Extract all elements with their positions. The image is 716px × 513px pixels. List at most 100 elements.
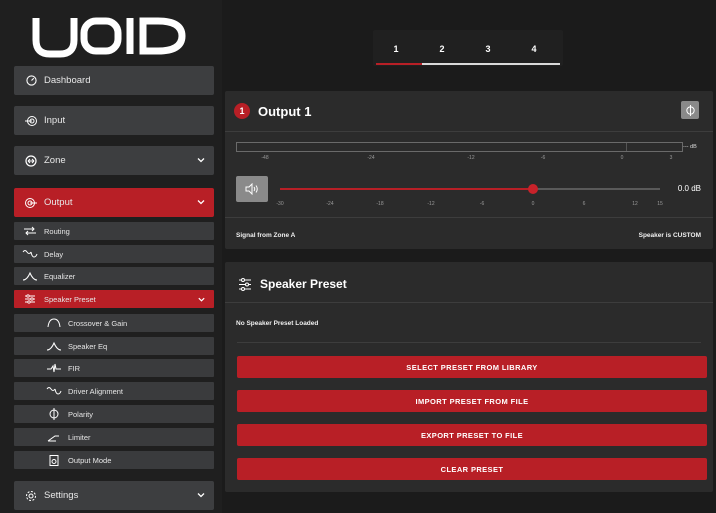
tab-4[interactable]: 4 (511, 44, 557, 54)
gain-tick: -18 (376, 201, 384, 207)
sidebar-item-speaker-preset[interactable]: Speaker Preset (14, 290, 214, 308)
sidebar-item-label: Crossover & Gain (68, 318, 128, 328)
sidebar-item-label: Routing (44, 226, 70, 236)
sidebar-item-zone[interactable]: Zone (14, 146, 214, 175)
tab-selected-indicator (376, 63, 422, 65)
gain-tick: -6 (479, 201, 485, 207)
sidebar: Dashboard Input Zone Output Routing Dela… (0, 0, 222, 513)
divider (237, 342, 701, 343)
meter-tick: -24 (367, 155, 375, 161)
gain-tick: -24 (326, 201, 334, 207)
clear-preset-button[interactable]: CLEAR PRESET (237, 458, 707, 480)
phase-button[interactable] (681, 101, 699, 119)
settings-icon (24, 489, 38, 503)
gain-slider-handle[interactable] (528, 184, 539, 194)
output-mode-icon (46, 454, 62, 466)
meter-tick: -6 (540, 155, 546, 161)
dashboard-icon (24, 74, 38, 88)
sidebar-item-label: Input (44, 115, 66, 126)
select-preset-button[interactable]: SELECT PRESET FROM LIBRARY (237, 356, 707, 378)
sidebar-item-label: Equalizer (44, 271, 76, 281)
gain-tick: 12 (632, 201, 638, 207)
sidebar-item-label: Dashboard (44, 75, 91, 86)
import-preset-button[interactable]: IMPORT PRESET FROM FILE (237, 390, 707, 412)
sidebar-item-polarity[interactable]: Polarity (14, 405, 214, 423)
sidebar-item-dashboard[interactable]: Dashboard (14, 66, 214, 95)
sidebar-item-label: Settings (44, 490, 79, 501)
mute-button[interactable] (236, 176, 268, 202)
sidebar-item-settings[interactable]: Settings (14, 481, 214, 510)
tab-2[interactable]: 2 (419, 44, 465, 54)
gain-tick: 15 (657, 201, 663, 207)
sidebar-item-output[interactable]: Output (14, 188, 214, 217)
chevron-down-icon (197, 158, 205, 163)
sidebar-item-delay[interactable]: Delay (14, 245, 214, 263)
sidebar-item-label: Delay (44, 249, 64, 259)
sidebar-item-limiter[interactable]: Limiter (14, 428, 214, 446)
crossover-icon (46, 318, 62, 328)
signal-source: Signal from Zone A (236, 232, 296, 239)
output-panel: 1 Output 1 --- dB -48 -24 -12 -6 0 3 0.0… (225, 91, 713, 249)
meter-tick: -12 (467, 155, 475, 161)
sidebar-item-equalizer[interactable]: Equalizer (14, 267, 214, 285)
gain-slider[interactable] (280, 184, 660, 194)
sidebar-item-output-mode[interactable]: Output Mode (14, 451, 214, 469)
preset-status: No Speaker Preset Loaded (236, 320, 319, 327)
sidebar-item-crossover-gain[interactable]: Crossover & Gain (14, 314, 214, 332)
output-number-badge: 1 (234, 103, 250, 119)
gain-tick: 0 (531, 201, 535, 207)
meter-tick: -48 (261, 155, 269, 161)
speaker-preset-icon (22, 294, 38, 304)
tab-1[interactable]: 1 (373, 44, 419, 54)
limiter-icon (46, 432, 62, 442)
sidebar-item-driver-alignment[interactable]: Driver Alignment (14, 382, 214, 400)
sidebar-item-input[interactable]: Input (14, 106, 214, 135)
output-header: 1 Output 1 (234, 100, 311, 122)
equalizer-icon (22, 271, 38, 281)
sidebar-item-label: Polarity (68, 409, 94, 419)
sidebar-item-label: Limiter (68, 432, 91, 442)
divider (225, 131, 713, 132)
sidebar-item-label: Speaker Preset (44, 294, 96, 304)
divider (225, 217, 713, 218)
sidebar-item-label: Driver Alignment (68, 386, 124, 396)
sidebar-item-label: Speaker Eq (68, 341, 108, 351)
tab-underline (422, 63, 560, 65)
output-title: Output 1 (258, 103, 312, 119)
preset-title: Speaker Preset (260, 277, 347, 291)
speaker-status: Speaker is CUSTOM (638, 232, 701, 239)
chevron-down-icon (198, 297, 205, 302)
void-logo (32, 17, 186, 58)
routing-icon (22, 226, 38, 236)
meter-tick: 0 (620, 155, 624, 161)
sidebar-item-label: Zone (44, 155, 66, 166)
gain-tick: -12 (427, 201, 435, 207)
gain-slider-fill (280, 188, 534, 190)
driver-alignment-icon (46, 386, 62, 396)
meter-unit: --- dB (683, 144, 697, 150)
meter-tick: 3 (669, 155, 673, 161)
polarity-icon (46, 408, 62, 420)
gain-tick: -30 (276, 201, 284, 207)
fir-icon (46, 363, 62, 373)
sidebar-item-label: Output Mode (68, 455, 112, 465)
output-icon (24, 196, 38, 210)
level-meter (236, 142, 683, 152)
phase-icon (685, 104, 695, 116)
sidebar-item-label: Output (44, 197, 73, 208)
gain-value: 0.0 dB (677, 184, 701, 193)
gain-tick: 6 (582, 201, 586, 207)
sidebar-item-routing[interactable]: Routing (14, 222, 214, 240)
chevron-down-icon (197, 200, 205, 205)
tab-3[interactable]: 3 (465, 44, 511, 54)
divider (225, 302, 713, 303)
delay-icon (22, 249, 38, 259)
speaker-preset-panel: Speaker Preset No Speaker Preset Loaded … (225, 262, 713, 492)
sidebar-item-fir[interactable]: FIR (14, 359, 214, 377)
sidebar-item-label: FIR (68, 363, 81, 373)
output-tabs: 1 2 3 4 (373, 30, 563, 66)
main-content: 1 2 3 4 1 Output 1 --- dB -48 -24 -12 -6… (222, 0, 716, 513)
export-preset-button[interactable]: EXPORT PRESET TO FILE (237, 424, 707, 446)
speaker-icon (245, 183, 258, 195)
sidebar-item-speaker-eq[interactable]: Speaker Eq (14, 337, 214, 355)
